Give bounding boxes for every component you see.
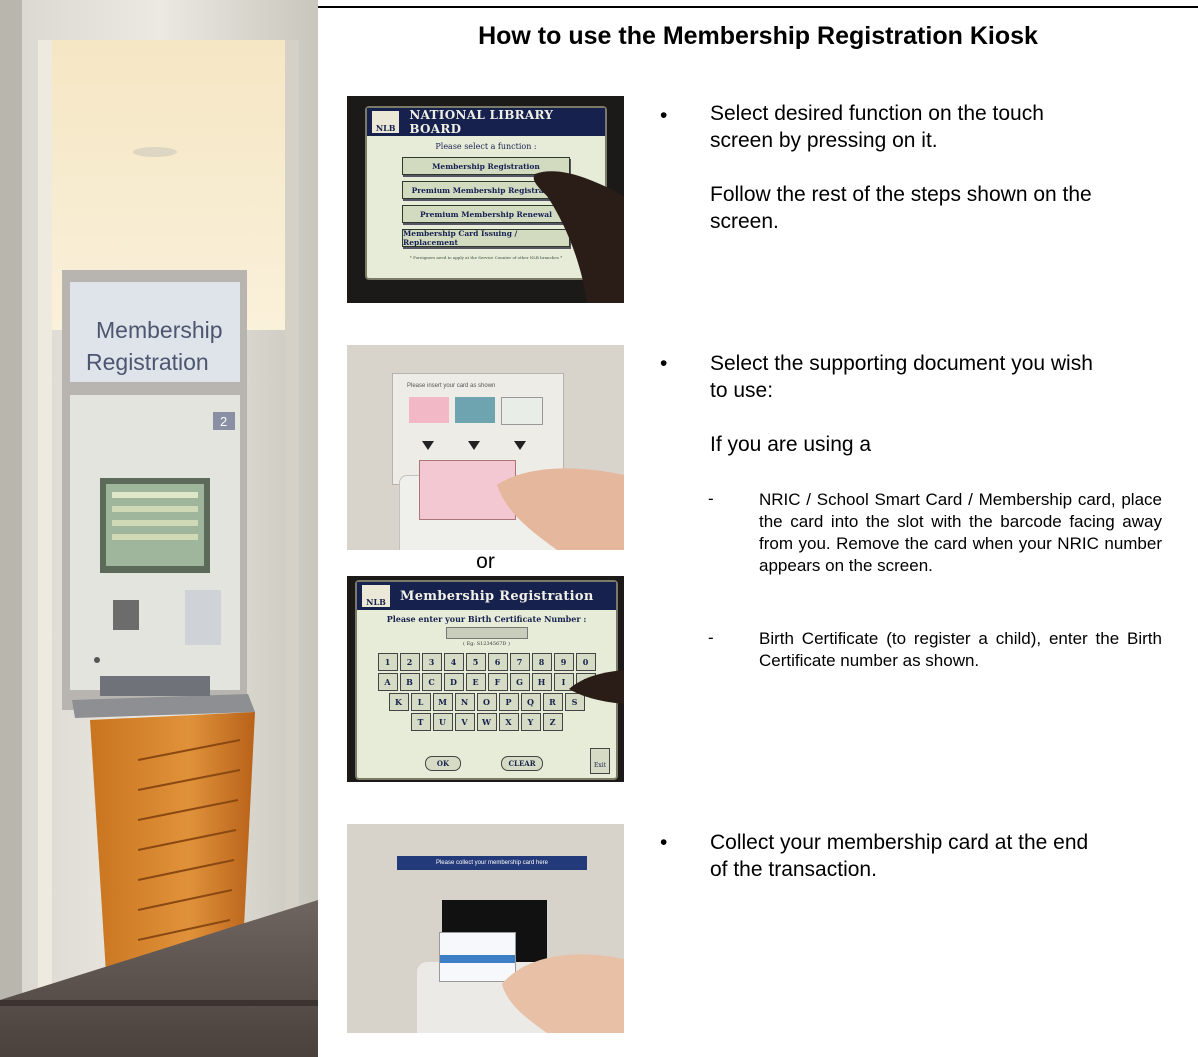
nlb-logo: NLB [372, 111, 400, 133]
pointing-hand-icon [569, 670, 624, 704]
pointing-hand-icon [533, 171, 624, 303]
key-5: 5 [465, 653, 486, 671]
function-menu-photo: NLB NATIONAL LIBRARY BOARD Please select… [347, 96, 624, 303]
keypad-ok-button: OK [425, 756, 461, 771]
key-d: D [443, 673, 464, 691]
key-n: N [454, 693, 475, 711]
keypad-clear-button: CLEAR [501, 756, 543, 771]
keypad-screen-header: Membership Registration [400, 588, 594, 604]
kiosk-photo: Membership Registration 2 [0, 0, 318, 1057]
key-z: Z [542, 713, 563, 731]
nlb-logo: NLB [362, 585, 390, 607]
step2-bullet: • [660, 352, 668, 375]
option1-text: NRIC / School Smart Card / Membership ca… [759, 490, 1162, 575]
key-c: C [421, 673, 442, 691]
option1-dash: - [708, 489, 714, 508]
top-rule [318, 6, 1198, 8]
menu-screen-header: NATIONAL LIBRARY BOARD [409, 108, 554, 136]
step3-line1: Collect your membership card at the end [710, 831, 1089, 854]
keypad-example: ( Eg: S1234567D ) [463, 641, 510, 647]
key-6: 6 [487, 653, 508, 671]
card-slot-prompt: Please insert your card as shown [407, 383, 496, 389]
key-q: Q [520, 693, 541, 711]
key-r: R [542, 693, 563, 711]
key-w: W [476, 713, 497, 731]
step1-line1: Select desired function on the touch [710, 102, 1044, 125]
key-g: G [509, 673, 530, 691]
collect-card-banner: Please collect your membership card here [397, 856, 587, 870]
key-v: V [454, 713, 475, 731]
step3-line2: of the transaction. [710, 858, 877, 881]
key-f: F [487, 673, 508, 691]
key-x: X [498, 713, 519, 731]
key-1: 1 [377, 653, 398, 671]
kiosk-sign-line-1: Membership [96, 317, 223, 343]
key-4: 4 [443, 653, 464, 671]
key-t: T [410, 713, 431, 731]
step2-intro: If you are using a [710, 433, 872, 456]
key-a: A [377, 673, 398, 691]
kiosk-slot-number: 2 [220, 414, 227, 429]
step1-line2: screen by pressing on it. [710, 129, 938, 152]
key-8: 8 [531, 653, 552, 671]
step1-follow-line1: Follow the rest of the steps shown on th… [710, 183, 1092, 206]
step3-bullet: • [660, 831, 668, 854]
kiosk-sign-line-2: Registration [86, 349, 209, 375]
key-p: P [498, 693, 519, 711]
keypad-screen-prompt: Please enter your Birth Certificate Numb… [386, 614, 587, 624]
collect-card-photo: Please collect your membership card here [347, 824, 624, 1033]
hand-inserting-card-icon [497, 468, 624, 550]
key-h: H [531, 673, 552, 691]
step1-follow-line2: screen. [710, 210, 779, 233]
option2-dash: - [708, 628, 714, 647]
key-y: Y [520, 713, 541, 731]
page-title: How to use the Membership Registration K… [478, 22, 1038, 50]
step2-line1: Select the supporting document you wish [710, 352, 1093, 375]
option2-text: Birth Certificate (to register a child),… [759, 629, 1162, 670]
key-k: K [388, 693, 409, 711]
key-e: E [465, 673, 486, 691]
key-l: L [410, 693, 431, 711]
hand-collecting-card-icon [502, 954, 624, 1033]
key-7: 7 [509, 653, 530, 671]
keypad-exit-button: Exit [590, 748, 610, 774]
card-slot-photo: Please insert your card as shown [347, 345, 624, 550]
key-b: B [399, 673, 420, 691]
key-3: 3 [421, 653, 442, 671]
menu-screen-prompt: Please select a function : [435, 142, 537, 151]
step1-bullet: • [660, 104, 668, 127]
or-label: or [476, 550, 495, 573]
key-m: M [432, 693, 453, 711]
birth-certificate-keypad-photo: NLB Membership Registration Please enter… [347, 576, 624, 782]
step2-line2: to use: [710, 379, 774, 402]
key-o: O [476, 693, 497, 711]
key-u: U [432, 713, 453, 731]
key-2: 2 [399, 653, 420, 671]
